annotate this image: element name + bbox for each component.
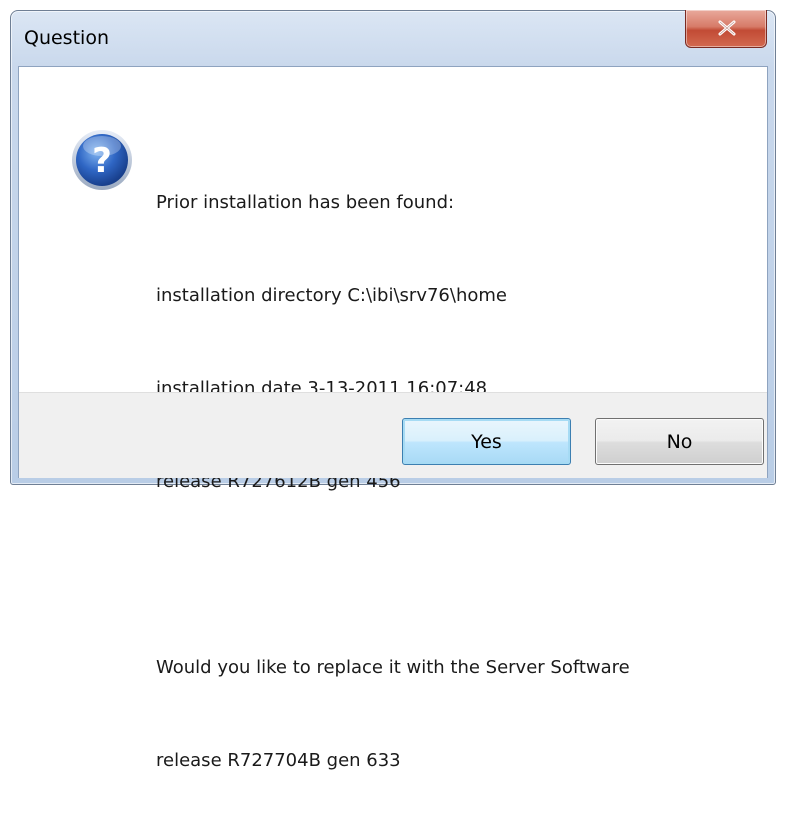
yes-button[interactable]: Yes: [402, 418, 571, 465]
close-icon: [718, 20, 736, 36]
question-dialog: Question ? Prior installation has been f…: [10, 10, 776, 771]
no-button[interactable]: No: [595, 418, 764, 465]
dialog-message: Prior installation has been found: insta…: [156, 125, 630, 838]
dialog-body: ? Prior installation has been found: ins…: [18, 66, 768, 771]
dialog-title: Question: [24, 27, 109, 49]
question-icon: ?: [72, 130, 132, 190]
question-line: Would you like to replace it with the Se…: [156, 657, 630, 678]
button-bar: Yes No: [19, 392, 767, 478]
message-line: Prior installation has been found:: [156, 192, 455, 213]
question-line: release R727704B gen 633: [156, 750, 401, 771]
title-bar[interactable]: Question: [11, 10, 775, 66]
svg-text:?: ?: [92, 141, 112, 181]
close-button[interactable]: [685, 10, 767, 48]
message-area: ? Prior installation has been found: ins…: [19, 67, 767, 771]
message-line: installation directory C:\ibi\srv76\home: [156, 285, 507, 306]
